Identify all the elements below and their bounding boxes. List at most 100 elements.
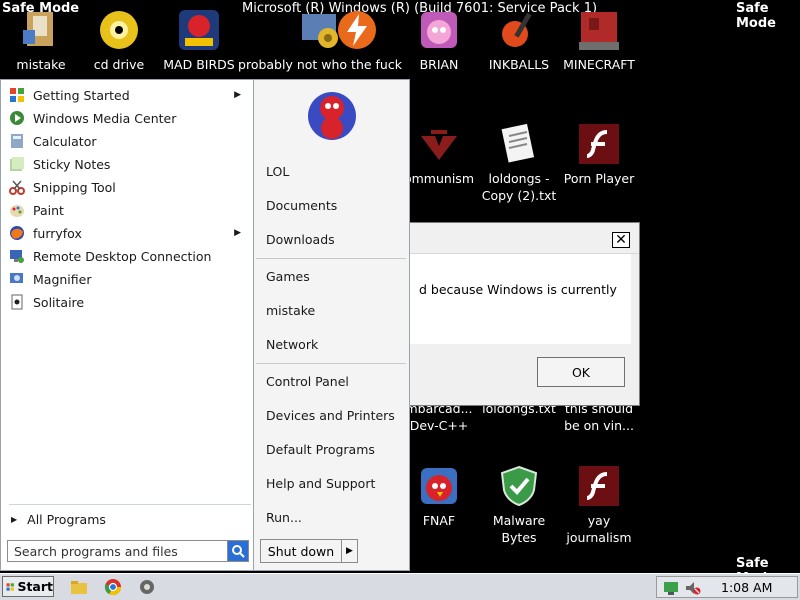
desktop-icon-yay-journalism[interactable]: yay journalism — [560, 464, 638, 546]
solitaire-icon — [11, 294, 23, 310]
dialog-title-bar: ✕ — [409, 223, 639, 254]
desktop-icon-brian[interactable]: BRIAN — [400, 8, 478, 73]
desktop-icon-label: BRIAN — [419, 57, 459, 72]
arrow-right-icon: ▶ — [11, 515, 18, 524]
desktop-icon-label: yay journalism — [566, 513, 632, 545]
desktop-icon-label: mistake — [16, 57, 66, 72]
menu-item-label: Windows Media Center — [33, 110, 177, 126]
ok-button[interactable]: OK — [537, 357, 625, 387]
menu-item-label: Getting Started — [33, 87, 130, 103]
desktop-icon-label: cd drive — [93, 57, 145, 72]
magnifier-icon — [10, 273, 23, 283]
windows-logo-icon — [6, 582, 14, 591]
shield-check-icon — [500, 465, 538, 507]
desktop-icon-label: Porn Player — [563, 171, 635, 186]
desktop-icon-inkballs[interactable]: INKBALLS — [480, 8, 558, 73]
angry-birds-space-icon — [179, 10, 219, 50]
menu-link-help-support[interactable]: Help and Support — [266, 476, 375, 491]
menu-link-mistake[interactable]: mistake — [266, 303, 315, 318]
desktop-icon-lightning[interactable] — [318, 8, 396, 56]
menu-link-downloads[interactable]: Downloads — [266, 232, 335, 247]
desktop-icon-label: INKBALLS — [488, 57, 550, 72]
menu-link-devices-printers[interactable]: Devices and Printers — [266, 408, 395, 423]
gear-icon[interactable] — [138, 578, 156, 596]
menu-divider — [9, 504, 251, 505]
flash-icon — [579, 124, 619, 164]
menu-item-label: Sticky Notes — [33, 156, 111, 172]
start-menu-programs-pane: Getting Started ▶ Windows Media Center C… — [0, 79, 254, 571]
menu-link-documents[interactable]: Documents — [266, 198, 337, 213]
start-button[interactable]: Start — [2, 576, 54, 597]
desktop-icon-communism[interactable]: ommunism — [400, 122, 478, 187]
menu-divider — [256, 258, 406, 259]
taskbar: Start 1:08 AM — [0, 573, 800, 600]
desktop-icon-malware-bytes[interactable]: Malware Bytes — [480, 464, 558, 546]
menu-item-magnifier[interactable]: Magnifier — [9, 268, 249, 290]
menu-item-label: furryfox — [33, 225, 82, 241]
menu-item-label: Magnifier — [33, 271, 92, 287]
menu-item-media-center[interactable]: Windows Media Center — [9, 107, 249, 129]
desktop-icon-label: probably not who the fuck — [238, 57, 402, 72]
minecraft-icon — [579, 12, 619, 50]
desktop-icon-mistake[interactable]: mistake — [2, 8, 80, 73]
search-placeholder: Search programs and files — [14, 543, 178, 559]
menu-item-snipping-tool[interactable]: Snipping Tool — [9, 176, 249, 198]
menu-link-default-programs[interactable]: Default Programs — [266, 442, 375, 457]
shutdown-button[interactable]: Shut down — [260, 539, 342, 563]
system-tray: 1:08 AM — [656, 576, 798, 598]
search-programs-input[interactable]: Search programs and files — [7, 540, 249, 562]
menu-item-label: Paint — [33, 202, 64, 218]
media-center-icon — [10, 111, 24, 125]
menu-item-solitaire[interactable]: Solitaire — [9, 291, 249, 313]
desktop-icon-porn-player[interactable]: Porn Player — [560, 122, 638, 187]
desktop-icon-cd-drive[interactable]: cd drive — [80, 8, 158, 73]
menu-link-control-panel[interactable]: Control Panel — [266, 374, 349, 389]
menu-item-label: Remote Desktop Connection — [33, 248, 212, 264]
desktop-icon-label: ommunism — [403, 171, 474, 186]
desktop-icon-minecraft[interactable]: MINECRAFT — [560, 8, 638, 73]
menu-item-paint[interactable]: Paint — [9, 199, 249, 221]
shutdown-options-arrow-icon[interactable]: ▶ — [342, 539, 358, 563]
flash-icon — [579, 466, 619, 506]
desktop-icon-mad-birds[interactable]: MAD BIRDS — [160, 8, 238, 73]
desktop-icon-fnaf[interactable]: FNAF — [400, 464, 478, 529]
angry-birds-icon — [421, 12, 457, 48]
desktop-icon-loldongs-copy[interactable]: loldongs - Copy (2).txt — [480, 122, 558, 204]
dialog-body: d because Windows is currently — [409, 254, 631, 344]
angry-bird-icon — [421, 468, 457, 504]
firefox-icon — [10, 226, 24, 240]
shutdown-control: Shut down ▶ — [260, 539, 358, 563]
menu-item-calculator[interactable]: Calculator — [9, 130, 249, 152]
search-icon[interactable] — [227, 541, 248, 561]
chrome-icon[interactable] — [104, 578, 122, 596]
menu-link-network[interactable]: Network — [266, 337, 318, 352]
menu-item-remote-desktop[interactable]: Remote Desktop Connection — [9, 245, 249, 267]
menu-item-label: Snipping Tool — [33, 179, 116, 195]
submenu-arrow-icon: ▶ — [234, 228, 241, 238]
close-icon[interactable]: ✕ — [612, 232, 630, 248]
menu-item-sticky-notes[interactable]: Sticky Notes — [9, 153, 249, 175]
clock[interactable]: 1:08 AM — [721, 580, 772, 595]
explorer-folder-icon[interactable] — [70, 578, 88, 596]
inkball-icon — [502, 12, 532, 47]
desktop-icon-label: MINECRAFT — [563, 57, 635, 72]
menu-item-getting-started[interactable]: Getting Started ▶ — [9, 84, 249, 106]
desktop-icon-label: Malware Bytes — [492, 513, 546, 545]
menu-link-games[interactable]: Games — [266, 269, 310, 284]
sticky-notes-icon — [10, 157, 24, 171]
computer-icon — [23, 12, 53, 46]
network-icon[interactable] — [663, 580, 679, 596]
cd-icon — [100, 11, 138, 49]
error-dialog: ✕ d because Windows is currently OK — [408, 222, 640, 406]
text-file-icon — [501, 123, 535, 163]
menu-item-furryfox[interactable]: furryfox ▶ — [9, 222, 249, 244]
remote-desktop-icon — [10, 250, 24, 263]
snipping-tool-icon — [9, 180, 25, 195]
menu-link-run[interactable]: Run... — [266, 510, 302, 525]
menu-divider — [256, 363, 406, 364]
menu-link-lol[interactable]: LOL — [266, 164, 289, 179]
all-programs-button[interactable]: ▶ All Programs — [11, 512, 106, 527]
lightning-icon — [338, 11, 376, 49]
desktop-icon-label: FNAF — [422, 513, 456, 528]
volume-muted-icon[interactable] — [685, 580, 701, 596]
